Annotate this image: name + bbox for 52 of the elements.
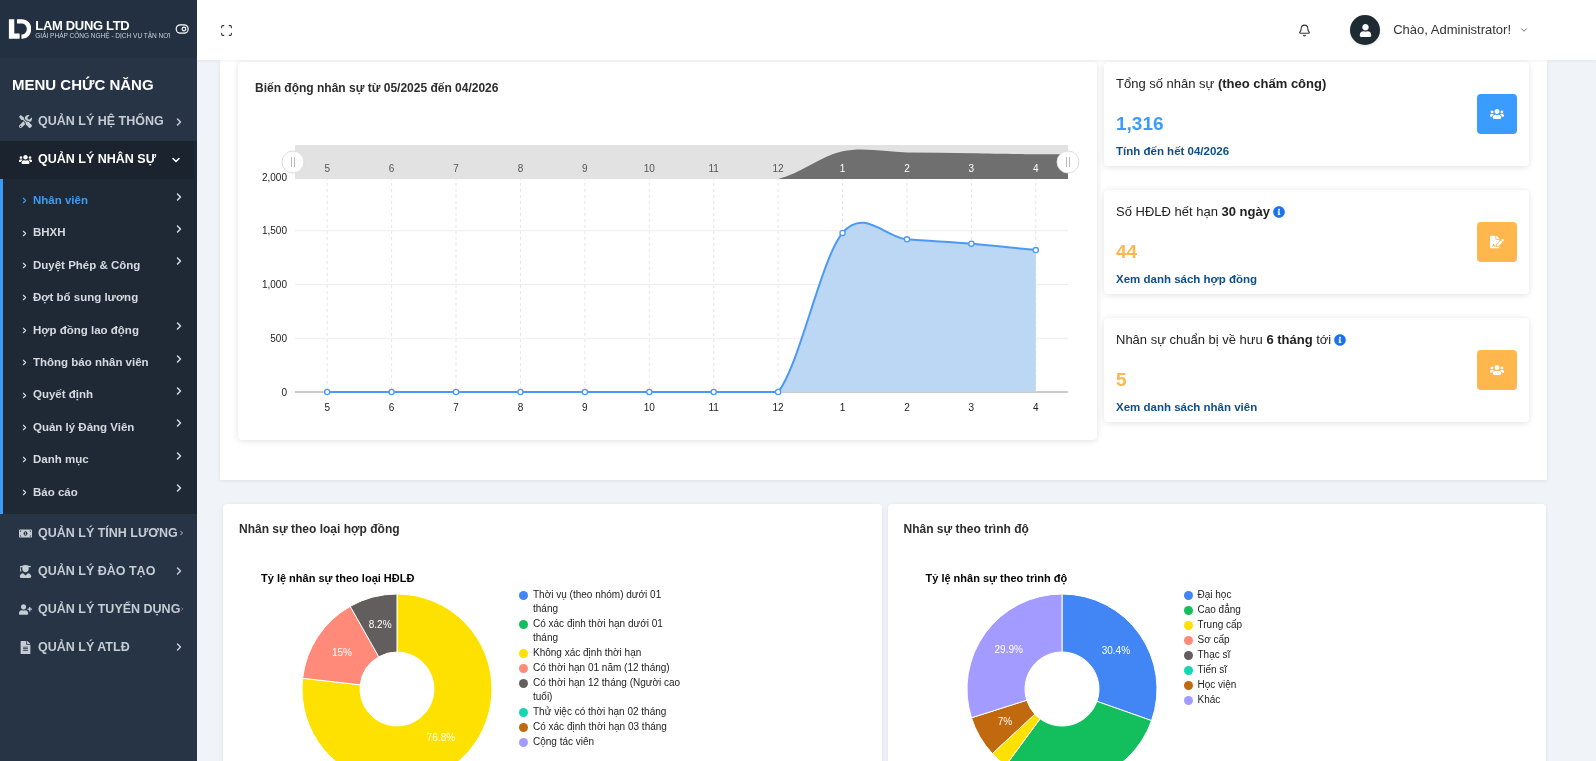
chart-title: Tỷ lệ nhân sự theo trình độ <box>924 571 1069 587</box>
x-tick-label: 6 <box>388 402 395 413</box>
x-tick-label: 12 <box>772 402 784 413</box>
x-tick-label: 5 <box>324 402 330 413</box>
navigator-label: 12 <box>772 163 784 174</box>
navigator-label: 6 <box>388 163 395 174</box>
slice-label: 15% <box>331 646 352 658</box>
stat-value: 5 <box>1116 367 1128 392</box>
card-footer-text: Tính đến hết 04/2026 <box>1116 144 1231 159</box>
stat-title: Tổng số nhân sự (theo chấm công) <box>1116 75 1327 93</box>
slice-label: 76.8% <box>426 731 456 743</box>
stat-title: Nhân sự chuẩn bị về hưu 6 tháng tới <box>1116 331 1332 349</box>
y-tick-label: 1,000 <box>261 279 287 290</box>
x-tick-label: 9 <box>582 402 588 413</box>
card-footer-text: Xem danh sách nhân viên <box>1116 400 1259 415</box>
slice-label: 29.9% <box>994 643 1023 655</box>
slice-label: 30.4% <box>1101 644 1130 656</box>
panel-title: Nhân sự theo loại hợp đồng <box>239 521 401 538</box>
slice-label: 7% <box>997 715 1012 727</box>
navigator-label: 4 <box>1033 163 1039 174</box>
navigator-label: 1 <box>839 163 846 174</box>
x-tick-label: 8 <box>517 402 524 413</box>
navigator-label: 8 <box>517 163 524 174</box>
chart-title: Tỷ lệ nhân sự theo loại HĐLĐ <box>260 571 416 587</box>
stat-value: 44 <box>1116 239 1139 264</box>
greeting-text: Chào, Administrator! <box>1393 21 1511 40</box>
card-footer-text: Xem danh sách hợp đồng <box>1116 272 1259 288</box>
navigator-label: 5 <box>324 163 330 174</box>
x-tick-label: 2 <box>904 402 910 413</box>
navigator-label: 9 <box>582 163 588 174</box>
y-tick-label: 1,500 <box>261 225 287 237</box>
logo-text: LAM DUNG LTD <box>35 18 131 32</box>
x-tick-label: 7 <box>453 402 459 413</box>
navigator-label: 3 <box>968 163 975 174</box>
x-tick-label: 3 <box>968 402 975 413</box>
x-tick-label: 1 <box>839 402 846 413</box>
menu-title: MENU CHỨC NĂNG <box>11 75 155 95</box>
navigator-label: 7 <box>453 163 459 174</box>
x-tick-label: 4 <box>1033 402 1039 413</box>
navigator-label: 2 <box>904 163 910 174</box>
stat-title: Số HĐLĐ hết hạn 30 ngày <box>1116 203 1270 221</box>
navigator-label: 10 <box>643 163 655 174</box>
y-tick-label: 500 <box>270 332 287 344</box>
stat-value: 1,316 <box>1116 111 1165 136</box>
chart-title: Biến động nhân sự từ 05/2025 đến 04/2026 <box>254 80 500 97</box>
panel-title: Nhân sự theo trình độ <box>903 521 1030 538</box>
x-tick-label: 11 <box>708 402 719 413</box>
y-tick-label: 0 <box>281 386 287 398</box>
navigator-label: 11 <box>708 163 719 174</box>
slice-label: 8.2% <box>368 618 392 630</box>
y-tick-label: 2,000 <box>261 171 287 183</box>
x-tick-label: 10 <box>643 402 655 413</box>
